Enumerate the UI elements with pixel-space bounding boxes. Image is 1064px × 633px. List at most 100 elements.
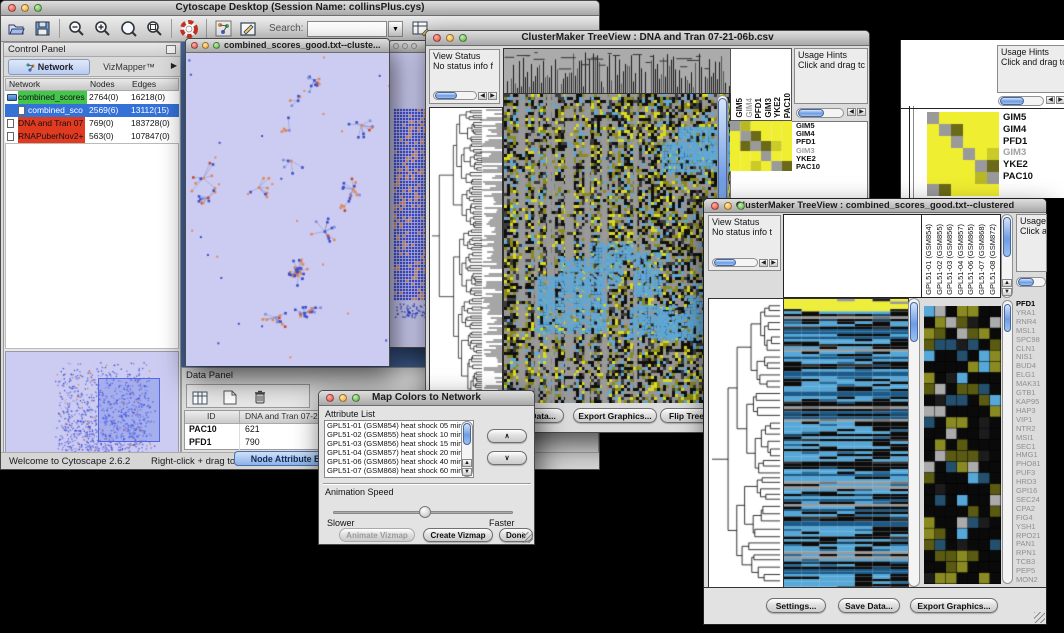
network-nodes: 2764(0) xyxy=(89,91,118,104)
resize-grip[interactable] xyxy=(522,532,533,543)
open-folder-icon[interactable] xyxy=(7,19,26,38)
minimize-button[interactable] xyxy=(446,34,454,42)
animate-vizmap-button[interactable]: Animate Vizmap xyxy=(339,528,415,542)
overview-selection-rect[interactable] xyxy=(98,378,160,442)
col-header-id[interactable]: ID xyxy=(207,411,216,421)
scroll-left-arrow[interactable]: ◀ xyxy=(1046,96,1055,104)
network-table-row[interactable]: combined_sco2569(6)13112(15) xyxy=(5,104,179,117)
scroll-left-arrow[interactable]: ◀ xyxy=(847,108,856,116)
annotation-icon[interactable] xyxy=(239,19,258,38)
attribute-listbox[interactable]: GPL51-01 (GSM854) heat shock 05 minGPL51… xyxy=(324,420,474,478)
scroll-left-arrow[interactable]: ◀ xyxy=(759,259,768,267)
network-tab-icon xyxy=(25,62,35,72)
export-graphics-button[interactable]: Export Graphics... xyxy=(573,408,657,423)
create-vizmap-button[interactable]: Create Vizmap xyxy=(423,528,493,542)
minimize-button[interactable] xyxy=(21,4,29,12)
heatmap-vscrollbar[interactable] xyxy=(908,298,920,587)
minimize-button[interactable] xyxy=(724,202,732,210)
column-dendrogram-area[interactable] xyxy=(783,214,922,298)
zoom-button[interactable] xyxy=(34,4,42,12)
zoom-button[interactable] xyxy=(737,202,745,210)
close-button[interactable] xyxy=(8,4,16,12)
heatmap-canvas[interactable] xyxy=(783,298,909,589)
fragment-hscrollbar[interactable] xyxy=(998,96,1044,106)
move-down-button[interactable]: ∨ xyxy=(487,451,527,465)
scroll-right-arrow[interactable]: ▶ xyxy=(769,259,778,267)
resize-grip[interactable] xyxy=(1034,612,1045,623)
row-dendrogram-canvas[interactable] xyxy=(708,298,784,589)
export-graphics-button[interactable]: Export Graphics... xyxy=(910,598,998,613)
scroll-right-arrow[interactable]: ▶ xyxy=(1056,96,1064,104)
tab-network[interactable]: Network xyxy=(8,59,90,75)
save-data-button[interactable]: Save Data... xyxy=(838,598,900,613)
save-icon[interactable] xyxy=(33,19,52,38)
cluster-matrix-canvas[interactable] xyxy=(927,112,999,196)
animation-speed-slider[interactable] xyxy=(333,505,513,519)
attribute-list-item[interactable]: GPL51-07 (GSM868) heat shock 60 min xyxy=(325,467,461,476)
scroll-up-arrow[interactable]: ▲ xyxy=(1002,279,1012,287)
zoom-button[interactable] xyxy=(459,34,467,42)
network-table-row[interactable]: RNAPuberNov2+563(0)107847(0) xyxy=(5,130,179,143)
zoom-button[interactable] xyxy=(352,394,360,402)
scroll-right-arrow[interactable]: ▶ xyxy=(857,108,866,116)
scroll-down-arrow[interactable]: ▼ xyxy=(462,468,472,476)
network-table-row[interactable]: DNA and Tran 07769(0)183728(0) xyxy=(5,117,179,130)
main-titlebar[interactable]: Cytoscape Desktop (Session Name: collins… xyxy=(1,1,599,16)
network-name: DNA and Tran 07 xyxy=(18,117,85,130)
usage-hints-hscrollbar[interactable] xyxy=(1016,277,1046,287)
help-lifesaver-icon[interactable] xyxy=(179,19,198,38)
tab-overflow-arrow[interactable]: ▶ xyxy=(171,61,177,70)
view-status-hscrollbar[interactable] xyxy=(433,91,477,100)
slider-thumb[interactable] xyxy=(419,506,431,518)
row-dendrogram-canvas[interactable] xyxy=(429,107,503,407)
minimize-button[interactable] xyxy=(202,42,209,49)
zoom-selected-icon[interactable] xyxy=(119,19,138,38)
scroll-up-arrow[interactable]: ▲ xyxy=(462,459,472,467)
network-canvas[interactable] xyxy=(186,53,389,366)
zoom-in-icon[interactable] xyxy=(93,19,112,38)
close-button[interactable] xyxy=(326,394,334,402)
search-input[interactable] xyxy=(307,21,387,37)
column-dendrogram-canvas[interactable] xyxy=(503,48,731,94)
delete-attribute-icon[interactable] xyxy=(250,387,269,406)
search-label: Search: xyxy=(269,23,303,34)
data-panel-title: Data Panel xyxy=(186,370,233,381)
cluster-matrix-canvas[interactable] xyxy=(730,121,792,171)
network-import-icon[interactable] xyxy=(214,19,233,38)
search-dropdown-button[interactable]: ▼ xyxy=(388,21,403,37)
scroll-left-arrow[interactable]: ◀ xyxy=(478,92,487,100)
close-button[interactable] xyxy=(191,42,198,49)
zoom-out-icon[interactable] xyxy=(67,19,86,38)
zoom-button[interactable] xyxy=(411,43,417,49)
select-attributes-icon[interactable] xyxy=(190,388,209,407)
network-name: combined_scores xyxy=(18,91,87,104)
zoom-button[interactable] xyxy=(213,42,220,49)
minimize-button[interactable] xyxy=(339,394,347,402)
close-button[interactable] xyxy=(433,34,441,42)
float-panel-icon[interactable] xyxy=(166,45,176,54)
network-overview[interactable] xyxy=(5,351,179,460)
close-button[interactable] xyxy=(711,202,719,210)
scroll-right-arrow[interactable]: ▶ xyxy=(488,92,497,100)
control-panel-title: Control Panel xyxy=(8,44,66,55)
attribute-list-label: Attribute List xyxy=(325,409,375,419)
heatmap-canvas[interactable] xyxy=(503,93,731,407)
close-button[interactable] xyxy=(393,43,399,49)
move-up-button[interactable]: ∧ xyxy=(487,429,527,443)
row-value: 621 xyxy=(245,424,260,434)
row-label: GIM4 xyxy=(1003,124,1033,136)
attribute-list-vscrollbar[interactable]: ▲ ▼ xyxy=(461,421,473,477)
zoom-vscrollbar[interactable] xyxy=(1002,300,1013,584)
settings-button[interactable]: Settings... xyxy=(766,598,826,613)
gene-label: MON2 xyxy=(1016,576,1047,585)
zoom-fit-icon[interactable] xyxy=(145,19,164,38)
view-status-hscrollbar[interactable] xyxy=(712,258,758,267)
zoom-heatmap-canvas[interactable] xyxy=(924,306,1001,584)
column-labels-vscrollbar[interactable]: ▲ ▼ xyxy=(1001,214,1013,298)
tab-vizmapper[interactable]: VizMapper™ xyxy=(96,59,162,75)
network-table-row[interactable]: combined_scores2764(0)16218(0) xyxy=(5,91,179,104)
scroll-down-arrow[interactable]: ▼ xyxy=(1002,288,1012,296)
usage-hints-hscrollbar[interactable] xyxy=(796,108,844,118)
minimize-button[interactable] xyxy=(402,43,408,49)
new-attribute-icon[interactable] xyxy=(220,388,239,407)
